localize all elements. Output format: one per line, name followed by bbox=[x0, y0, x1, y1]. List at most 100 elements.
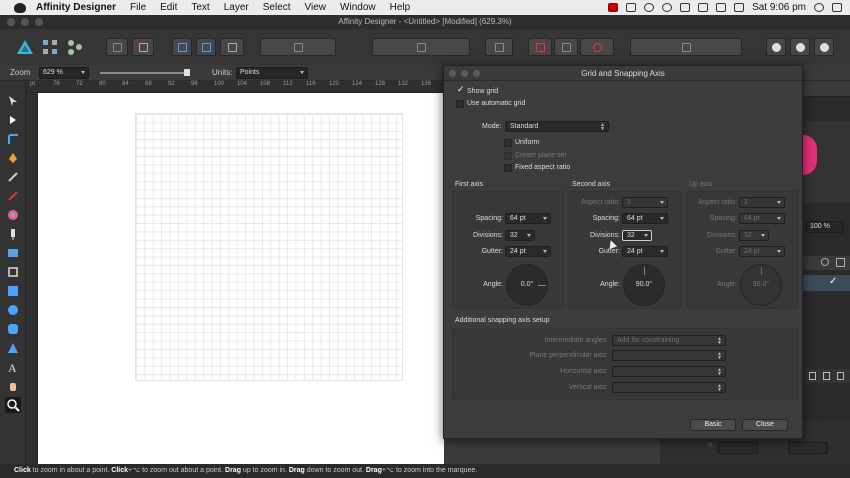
arrange-group-buttons[interactable] bbox=[372, 38, 470, 56]
close-button[interactable]: Close bbox=[742, 419, 788, 431]
zoom-window-icon[interactable] bbox=[35, 18, 43, 26]
crop-tool-icon[interactable] bbox=[7, 266, 19, 278]
first-divisions-field[interactable]: 32 bbox=[505, 230, 535, 241]
dialog-close-icon[interactable] bbox=[449, 70, 456, 77]
brush-tool-icon[interactable] bbox=[7, 190, 19, 202]
volume-icon[interactable] bbox=[716, 3, 727, 12]
zoom-field[interactable]: 629 % bbox=[39, 67, 89, 79]
duplicate-layer-icon[interactable] bbox=[823, 372, 830, 380]
menu-help[interactable]: Help bbox=[390, 2, 411, 13]
pixel-view-button[interactable] bbox=[220, 38, 244, 56]
add-layer-icon[interactable] bbox=[809, 372, 816, 380]
app-menu[interactable]: Affinity Designer bbox=[36, 2, 116, 13]
second-divisions-field[interactable]: 32 bbox=[622, 230, 652, 241]
panel-tabs[interactable] bbox=[803, 81, 850, 97]
zoom-slider[interactable] bbox=[100, 72, 190, 74]
close-window-icon[interactable] bbox=[7, 18, 15, 26]
studio-button-3[interactable] bbox=[814, 38, 834, 56]
up-gutter-field: 24 pt bbox=[739, 246, 785, 257]
menu-edit[interactable]: Edit bbox=[160, 2, 177, 13]
snapping-button[interactable] bbox=[132, 38, 154, 56]
vertical-ruler[interactable] bbox=[26, 93, 38, 464]
wifi-icon[interactable] bbox=[698, 3, 709, 12]
pixel-persona-icon[interactable] bbox=[41, 38, 59, 56]
corner-tool-icon[interactable] bbox=[7, 133, 19, 145]
text-wrap-button[interactable] bbox=[485, 38, 513, 56]
fill-tool-icon[interactable] bbox=[7, 209, 19, 221]
delete-layer-icon[interactable] bbox=[837, 372, 844, 380]
color-wheel[interactable] bbox=[803, 135, 817, 175]
second-aspect-label: Aspect ratio: bbox=[581, 199, 620, 206]
clock[interactable]: Sat 9:06 pm bbox=[752, 2, 806, 13]
zoom-tool-active[interactable] bbox=[5, 397, 21, 413]
hand-tool-icon[interactable] bbox=[7, 380, 19, 392]
opacity-field[interactable]: 100 % bbox=[806, 221, 844, 233]
magnet-snap-button[interactable] bbox=[580, 38, 614, 56]
document-setup-button[interactable] bbox=[106, 38, 128, 56]
use-automatic-grid-checkbox[interactable] bbox=[456, 100, 464, 108]
uniform-checkbox[interactable] bbox=[504, 139, 512, 147]
sync-icon[interactable] bbox=[644, 3, 655, 12]
mode-value: Standard bbox=[510, 123, 539, 130]
ellipse-tool-icon[interactable] bbox=[7, 304, 19, 316]
studio-button-1[interactable] bbox=[766, 38, 786, 56]
battery-icon[interactable] bbox=[734, 3, 745, 12]
menu-select[interactable]: Select bbox=[263, 2, 291, 13]
first-spacing-field[interactable]: 64 pt bbox=[505, 213, 551, 224]
pencil-tool-icon[interactable] bbox=[7, 171, 19, 183]
outline-mode-button[interactable] bbox=[196, 38, 216, 56]
boolean-operations-buttons[interactable] bbox=[630, 38, 742, 56]
minimize-window-icon[interactable] bbox=[21, 18, 29, 26]
layer-row[interactable]: ✓ bbox=[803, 275, 850, 291]
units-dropdown[interactable]: Points bbox=[236, 67, 308, 79]
second-spacing-field[interactable]: 64 pt bbox=[622, 213, 668, 224]
dropbox-icon[interactable] bbox=[626, 3, 637, 12]
layer-visible-checkmark-icon[interactable]: ✓ bbox=[829, 276, 837, 287]
horizontal-ruler[interactable]: pt 76 72 80 84 88 92 96 100 104 108 112 116 120 124 128… bbox=[26, 81, 444, 93]
zoom-slider-handle[interactable] bbox=[184, 69, 190, 76]
text-tool-icon[interactable]: A bbox=[7, 361, 19, 373]
studio-button-2[interactable] bbox=[790, 38, 810, 56]
basic-button[interactable]: Basic bbox=[690, 419, 736, 431]
snap-toggle-button[interactable] bbox=[554, 38, 578, 56]
rounded-rectangle-tool-icon[interactable] bbox=[7, 323, 19, 335]
show-grid-checkbox[interactable] bbox=[457, 84, 465, 96]
pen-tool-icon[interactable] bbox=[7, 152, 19, 164]
dollar-icon[interactable] bbox=[662, 3, 673, 12]
second-angle-dial[interactable]: 90.0° bbox=[623, 264, 665, 306]
dialog-zoom-icon[interactable] bbox=[473, 70, 480, 77]
export-persona-icon[interactable] bbox=[66, 38, 84, 56]
first-angle-dial[interactable]: 0.0° bbox=[506, 264, 548, 306]
ruler-tick-label: pt bbox=[30, 81, 36, 87]
spotlight-icon[interactable] bbox=[814, 3, 824, 12]
apple-menu-icon[interactable] bbox=[14, 2, 26, 13]
transparency-tool-icon[interactable] bbox=[7, 228, 19, 240]
align-group-buttons[interactable] bbox=[260, 38, 336, 56]
menu-file[interactable]: File bbox=[130, 2, 146, 13]
layer-lock-icon[interactable] bbox=[836, 258, 845, 267]
triangle-tool-icon[interactable] bbox=[7, 342, 19, 354]
menu-layer[interactable]: Layer bbox=[224, 2, 249, 13]
notification-center-icon[interactable] bbox=[832, 3, 842, 12]
dialog-minimize-icon[interactable] bbox=[461, 70, 468, 77]
place-image-tool-icon[interactable] bbox=[7, 247, 19, 259]
first-gutter-field[interactable]: 24 pt bbox=[505, 246, 551, 257]
designer-persona-icon[interactable] bbox=[16, 38, 34, 56]
record-icon[interactable] bbox=[608, 3, 619, 12]
transform-s-field[interactable] bbox=[788, 442, 828, 454]
layer-settings-icon[interactable] bbox=[821, 258, 829, 266]
display-icon[interactable] bbox=[680, 3, 691, 12]
menu-window[interactable]: Window bbox=[340, 2, 376, 13]
view-mode-button[interactable] bbox=[172, 38, 192, 56]
move-tool-icon[interactable] bbox=[7, 95, 19, 107]
transform-r-field[interactable] bbox=[718, 442, 758, 454]
second-gutter-field[interactable]: 24 pt bbox=[622, 246, 668, 257]
node-tool-icon[interactable] bbox=[7, 114, 19, 126]
fixed-aspect-checkbox[interactable] bbox=[504, 164, 512, 172]
grid-toggle-button[interactable] bbox=[528, 38, 552, 56]
menu-view[interactable]: View bbox=[305, 2, 327, 13]
rectangle-tool-icon[interactable] bbox=[7, 285, 19, 297]
menu-text[interactable]: Text bbox=[191, 2, 209, 13]
mode-dropdown[interactable]: Standard ▲ ▼ bbox=[505, 121, 609, 132]
canvas[interactable] bbox=[38, 93, 444, 464]
